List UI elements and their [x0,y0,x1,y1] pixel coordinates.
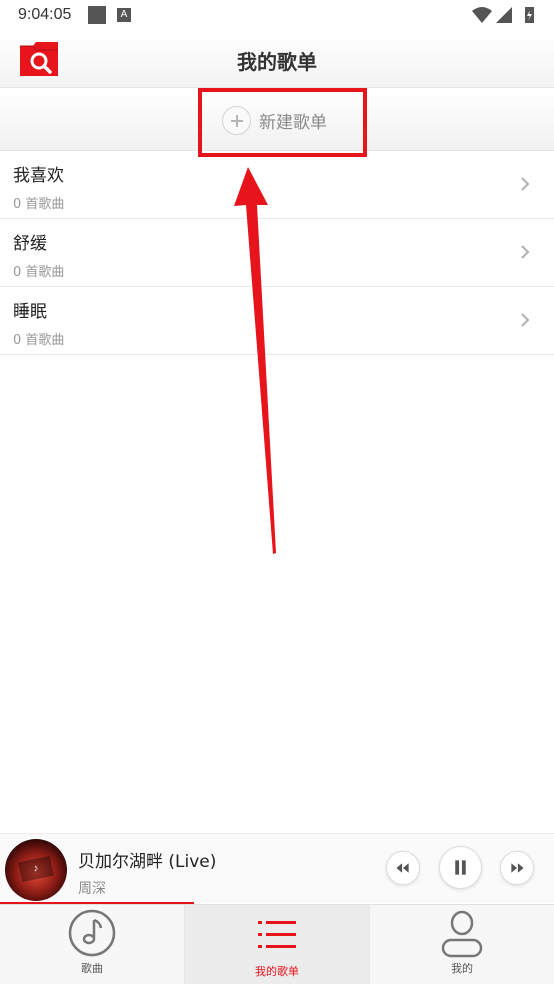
mini-player[interactable]: ♪ 贝加尔湖畔 (Live) 周深 [0,833,554,903]
playlist-item[interactable]: 舒缓 0 首歌曲 [0,219,554,287]
tab-songs[interactable]: 歌曲 [0,905,185,984]
tab-label: 歌曲 [81,962,103,975]
music-note-icon [68,909,116,957]
chevron-right-icon [521,245,530,259]
playlist-count: 0 首歌曲 [13,333,65,348]
new-playlist-bar: 新建歌单 [0,89,554,151]
page-title: 我的歌单 [237,50,317,74]
status-time: 9:04:05 [18,6,72,23]
playlist-item[interactable]: 我喜欢 0 首歌曲 [0,151,554,219]
fast-forward-icon [511,863,524,873]
plus-icon [222,105,251,135]
chevron-right-icon [521,177,530,191]
status-bar: 9:04:05 A [0,0,554,32]
pause-button[interactable] [439,846,482,889]
tab-my-playlists[interactable]: 我的歌单 [185,905,370,984]
bottom-tab-bar: 歌曲 我的歌单 我的 [0,904,554,984]
playlist-name: 我喜欢 [13,166,64,186]
app-header: 我的歌单 [0,32,554,88]
playlist-list: 我喜欢 0 首歌曲 舒缓 0 首歌曲 睡眠 0 首歌曲 [0,151,554,355]
wifi-icon [472,7,492,23]
new-playlist-label: 新建歌单 [259,112,327,133]
signal-icon [496,7,512,23]
notification-icon [88,6,106,24]
system-status-icons [472,7,534,23]
tab-label: 我的歌单 [255,965,299,978]
a-badge-icon: A [117,8,131,22]
album-art[interactable]: ♪ [5,839,67,901]
playlist-count: 0 首歌曲 [13,197,65,212]
playlist-count: 0 首歌曲 [13,265,65,280]
track-artist: 周深 [78,881,106,897]
user-icon [441,910,483,958]
album-art-graphic: ♪ [18,855,54,883]
previous-button[interactable] [386,851,420,885]
playlist-name: 睡眠 [13,302,47,322]
chevron-right-icon [521,313,530,327]
pause-icon [455,860,466,875]
tab-me[interactable]: 我的 [370,905,554,984]
rewind-icon [396,863,409,873]
playlist-name: 舒缓 [13,234,47,254]
playlist-item[interactable]: 睡眠 0 首歌曲 [0,287,554,355]
list-icon [258,921,296,948]
track-title: 贝加尔湖畔 (Live) [78,852,217,872]
tab-label: 我的 [451,962,473,975]
new-playlist-button[interactable]: 新建歌单 [222,105,327,135]
next-button[interactable] [500,851,534,885]
